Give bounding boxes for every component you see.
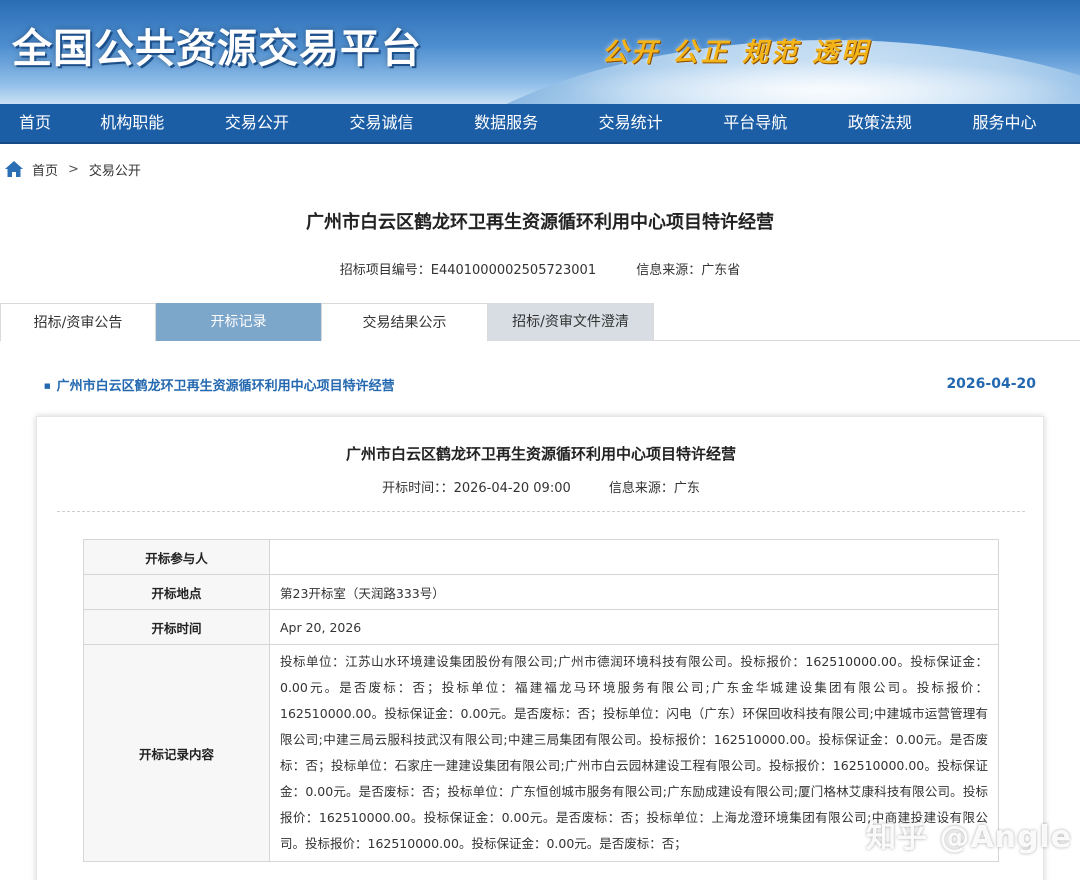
project-number: 招标项目编号：E4401000002505723001 [339, 263, 597, 278]
watermark: 知乎 @Angle [866, 820, 1073, 855]
record-link[interactable]: 广州市白云区鹤龙环卫再生资源循环利用中心项目特许经营 [44, 375, 395, 394]
dashed-divider [57, 511, 1025, 512]
tab-opening-record[interactable]: 开标记录 [156, 303, 322, 341]
home-icon[interactable] [4, 160, 24, 178]
page-title: 广州市白云区鹤龙环卫再生资源循环利用中心项目特许经营 [306, 212, 774, 233]
page-meta: 招标项目编号：E4401000002505723001 信息来源：广东省 [0, 259, 1080, 278]
breadcrumb-current[interactable]: 交易公开 [89, 160, 141, 179]
card-title: 广州市白云区鹤龙环卫再生资源循环利用中心项目特许经营 [345, 445, 736, 463]
breadcrumb-separator: > [68, 161, 79, 177]
record-card: 广州市白云区鹤龙环卫再生资源循环利用中心项目特许经营 开标时间：：2026-04… [36, 416, 1044, 880]
nav-item-service-center[interactable]: 服务中心 [942, 103, 1067, 143]
table-row: 开标参与人 [83, 539, 999, 575]
card-source: 信息来源：广东 [608, 481, 700, 496]
nav-item-data-service[interactable]: 数据服务 [444, 103, 569, 143]
row-label: 开标时间 [83, 609, 270, 645]
opening-info-table: 开标参与人 开标地点 第23开标室（天润路333号） 开标时间 Apr 20, … [83, 539, 999, 862]
row-label: 开标记录内容 [83, 644, 270, 862]
row-value: 第23开标室（天润路333号） [269, 574, 999, 610]
row-value: Apr 20, 2026 [269, 609, 999, 645]
row-label: 开标地点 [83, 574, 270, 610]
tab-tender-notice[interactable]: 招标/资审公告 [0, 303, 156, 341]
site-slogan: 公开 公正 规范 透明 [602, 38, 871, 68]
nav-item-trading-public[interactable]: 交易公开 [195, 103, 320, 143]
nav-item-platform-nav[interactable]: 平台导航 [693, 103, 818, 143]
nav-item-statistics[interactable]: 交易统计 [568, 103, 693, 143]
nav-item-functions[interactable]: 机构职能 [70, 103, 195, 143]
open-time: 开标时间：：2026-04-20 09:00 [382, 481, 571, 496]
site-title[interactable]: 全国公共资源交易平台 [12, 16, 422, 74]
record-date: 2026-04-20 [946, 376, 1036, 392]
table-row: 开标地点 第23开标室（天润路333号） [83, 574, 999, 610]
main-nav: 首页 机构职能 交易公开 交易诚信 数据服务 交易统计 平台导航 政策法规 服务… [0, 104, 1080, 144]
row-value [269, 539, 999, 575]
table-row: 开标记录内容 投标单位：江苏山水环境建设集团股份有限公司;广州市德润环境科技有限… [83, 644, 999, 862]
card-meta: 开标时间：：2026-04-20 09:00 信息来源：广东 [37, 477, 1045, 496]
nav-item-home[interactable]: 首页 [0, 103, 70, 143]
table-row: 开标时间 Apr 20, 2026 [83, 609, 999, 645]
record-header: 广州市白云区鹤龙环卫再生资源循环利用中心项目特许经营 2026-04-20 [44, 374, 1036, 394]
header-banner: 全国公共资源交易平台 公开 公正 规范 透明 [0, 0, 1080, 104]
tab-bar: 招标/资审公告 开标记录 交易结果公示 招标/资审文件澄清 [0, 303, 1080, 341]
tab-result-publicity[interactable]: 交易结果公示 [322, 303, 488, 341]
nav-item-trading-credit[interactable]: 交易诚信 [319, 103, 444, 143]
info-source: 信息来源：广东省 [636, 263, 741, 278]
tab-document-clarification[interactable]: 招标/资审文件澄清 [488, 303, 654, 341]
row-label: 开标参与人 [83, 539, 270, 575]
breadcrumb: 首页 > 交易公开 [4, 158, 141, 180]
breadcrumb-home[interactable]: 首页 [32, 160, 58, 179]
nav-item-policy[interactable]: 政策法规 [818, 103, 943, 143]
